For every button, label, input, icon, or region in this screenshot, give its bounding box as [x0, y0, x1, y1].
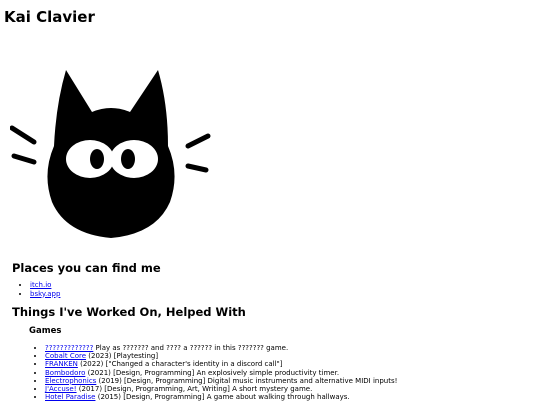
black-cat-icon — [10, 70, 211, 238]
list-item: Bombodoro (2021) [Design, Programming] A… — [45, 369, 397, 377]
games-heading: Games — [29, 326, 62, 336]
game-link[interactable]: FRANKEN — [45, 360, 78, 368]
right-pupil — [121, 149, 135, 169]
game-description: (2023) [Playtesting] — [86, 352, 159, 361]
game-description: (2021) [Design, Programming] An explosiv… — [85, 368, 340, 377]
list-item: FRANKEN (2022) ["Changed a character's i… — [45, 360, 397, 368]
game-link[interactable]: ????????????? — [45, 344, 93, 352]
bsky-link[interactable]: bsky.app — [30, 290, 60, 298]
site-title: Kai Clavier — [4, 8, 95, 26]
game-description: (2022) ["Changed a character's identity … — [77, 360, 283, 369]
list-item: ????????????? Play as ??????? and ???? a… — [45, 344, 397, 352]
game-description: (2019) [Design, Programming] Digital mus… — [96, 376, 398, 385]
game-link[interactable]: Bombodoro — [45, 369, 85, 377]
list-item: Hotel Paradise (2015) [Design, Programmi… — [45, 393, 397, 401]
game-description: (2017) [Design, Programming, Art, Writin… — [76, 385, 313, 394]
game-link[interactable]: J'Accuse! — [45, 385, 77, 393]
places-heading: Places you can find me — [12, 261, 161, 275]
whisker — [10, 125, 37, 145]
game-link[interactable]: Electrophonics — [45, 377, 96, 385]
list-item: bsky.app — [30, 290, 60, 299]
list-item: Electrophonics (2019) [Design, Programmi… — [45, 377, 397, 385]
list-item: itch.io — [30, 281, 60, 290]
things-heading: Things I've Worked On, Helped With — [12, 305, 246, 319]
itch-link[interactable]: itch.io — [30, 281, 51, 289]
list-item: Cobalt Core (2023) [Playtesting] — [45, 352, 397, 360]
places-list: itch.io bsky.app — [22, 281, 60, 298]
whisker — [11, 153, 37, 165]
game-link[interactable]: Hotel Paradise — [45, 393, 95, 401]
list-item: J'Accuse! (2017) [Design, Programming, A… — [45, 385, 397, 393]
whisker — [185, 163, 209, 173]
games-list: ????????????? Play as ??????? and ???? a… — [37, 344, 397, 401]
game-description: Play as ??????? and ???? a ?????? in thi… — [93, 344, 289, 352]
whisker — [185, 133, 211, 149]
game-description: (2015) [Design, Programming] A game abou… — [95, 393, 350, 402]
left-pupil — [90, 149, 104, 169]
game-link[interactable]: Cobalt Core — [45, 352, 86, 360]
